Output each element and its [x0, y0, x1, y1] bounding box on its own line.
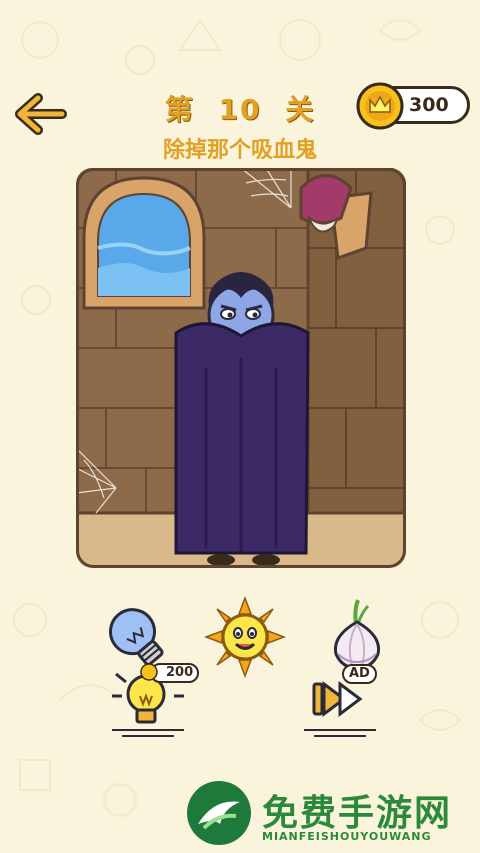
- puzzle-instruction: 除掉那个吸血鬼: [162, 138, 317, 163]
- game-scene[interactable]: [76, 168, 406, 568]
- arched-window: [82, 176, 206, 310]
- crown-coin-icon: [356, 82, 404, 130]
- watermark-logo-icon: [187, 781, 251, 845]
- coin-counter[interactable]: 300: [356, 82, 470, 130]
- sun-icon: [203, 595, 287, 679]
- item-sun[interactable]: [203, 595, 287, 679]
- coin-count: 300: [409, 94, 449, 116]
- back-button[interactable]: [12, 92, 68, 136]
- watermark-title: 免费手游网: [262, 793, 453, 834]
- level-number: 10: [218, 93, 262, 126]
- arrow-left-icon: [15, 93, 67, 135]
- hint-coin-icon: [140, 663, 158, 681]
- level-suffix: 关: [285, 93, 316, 126]
- level-title: 第 10 关: [150, 88, 330, 128]
- watermark-subtitle: MIANFEISHOUYOUWANG: [262, 830, 432, 843]
- hint-cost: 200: [166, 665, 194, 680]
- ad-badge: AD: [342, 664, 377, 684]
- level-prefix: 第: [164, 93, 195, 126]
